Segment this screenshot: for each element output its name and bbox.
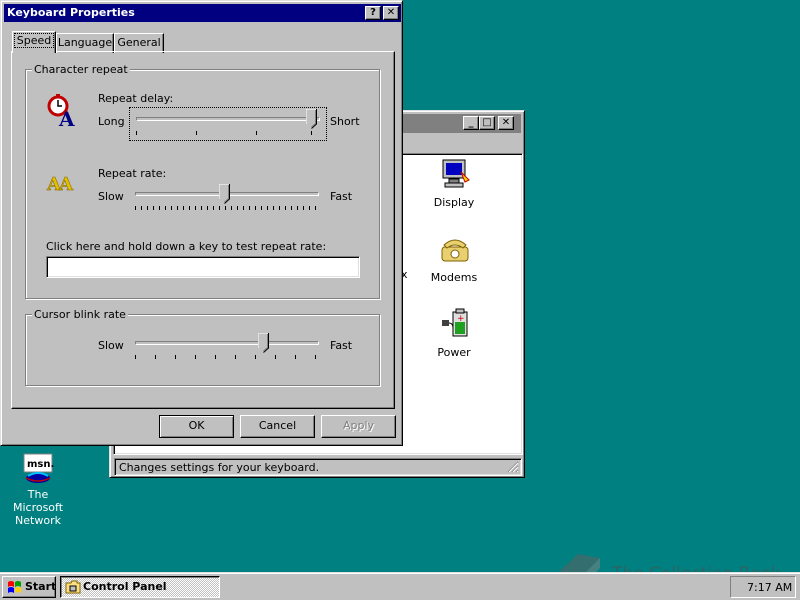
- repeat-delay-slider[interactable]: [129, 107, 327, 141]
- cp-item-display[interactable]: Display: [414, 158, 494, 212]
- cp-item-label: Power: [437, 346, 471, 359]
- svg-text:msn.: msn.: [27, 459, 54, 470]
- taskbar-item-control-panel[interactable]: Control Panel: [60, 576, 220, 598]
- taskbar: Start Control Panel 7:17 AM: [0, 572, 800, 600]
- delay-right-label: Short: [330, 115, 360, 128]
- apply-button[interactable]: Apply: [321, 415, 396, 438]
- resize-grip-icon[interactable]: [507, 461, 519, 473]
- blink-left-label: Slow: [98, 339, 124, 352]
- slider-ticks: [135, 206, 317, 210]
- cancel-button[interactable]: Cancel: [240, 415, 315, 438]
- slider-tick: [256, 131, 257, 135]
- dialog-titlebar[interactable]: Keyboard Properties ? ✕: [4, 4, 401, 22]
- dialog-close-button[interactable]: ✕: [383, 6, 399, 20]
- group-title: Cursor blink rate: [32, 308, 128, 321]
- apply-button-label: Apply: [342, 419, 375, 432]
- start-label: Start: [25, 580, 57, 593]
- keyboard-properties-dialog: Keyboard Properties ? ✕ Speed Language G…: [0, 0, 403, 446]
- control-panel-folder-icon: [65, 580, 81, 594]
- tab-language[interactable]: Language: [56, 33, 114, 53]
- cursor-blink-slider[interactable]: [129, 332, 327, 366]
- cp-item-label: Display: [433, 196, 475, 209]
- system-tray: 7:17 AM: [730, 576, 796, 598]
- cursor-blink-group: Cursor blink rate Slow Fast: [25, 308, 380, 386]
- rate-right-label: Fast: [330, 190, 353, 203]
- cp-item-power[interactable]: + Power: [414, 308, 494, 362]
- maximize-button[interactable]: □: [479, 116, 495, 130]
- clock[interactable]: 7:17 AM: [747, 581, 792, 594]
- windows-logo-icon: [8, 581, 21, 593]
- svg-text:A: A: [58, 107, 75, 128]
- status-text: Changes settings for your keyboard.: [119, 461, 320, 474]
- character-repeat-group: Character repeat A Repeat delay: Long Sh…: [25, 63, 380, 299]
- slider-tick: [196, 131, 197, 135]
- power-plug-icon: +: [442, 308, 468, 337]
- slider-track: [135, 341, 319, 345]
- repeat-rate-aa-icon: A A: [46, 174, 74, 194]
- test-repeat-label: Click here and hold down a key to test r…: [46, 240, 327, 253]
- help-icon: ?: [370, 7, 376, 18]
- telephone-icon: [441, 239, 469, 262]
- svg-text:+: +: [457, 314, 465, 324]
- svg-text:A: A: [58, 174, 74, 194]
- msn-icon: msn.: [23, 453, 54, 483]
- slider-tick: [311, 131, 312, 135]
- slider-thumb[interactable]: [258, 333, 269, 353]
- maximize-icon: □: [482, 117, 492, 128]
- close-icon: ✕: [501, 117, 511, 128]
- dialog-title: Keyboard Properties: [7, 6, 135, 19]
- tab-panel-speed: Character repeat A Repeat delay: Long Sh…: [11, 51, 395, 409]
- blink-right-label: Fast: [330, 339, 353, 352]
- start-button[interactable]: Start: [2, 576, 56, 598]
- cp-item-modems[interactable]: Modems: [414, 233, 494, 287]
- close-button[interactable]: ✕: [498, 116, 514, 130]
- slider-thumb[interactable]: [219, 184, 230, 204]
- tab-label: Speed: [13, 33, 55, 48]
- ok-button-label: OK: [188, 419, 205, 432]
- tab-label: Language: [57, 36, 113, 49]
- minimize-button[interactable]: _: [463, 116, 479, 130]
- msn-desktop-icon[interactable]: msn. The Microsoft Network: [2, 452, 74, 527]
- slider-ticks: [135, 355, 317, 359]
- repeat-rate-label: Repeat rate:: [98, 167, 167, 180]
- test-repeat-input[interactable]: [46, 256, 360, 278]
- slider-tick: [136, 131, 137, 135]
- display-monitor-icon: [442, 159, 470, 188]
- minimize-icon: _: [468, 117, 474, 128]
- help-button[interactable]: ?: [365, 6, 381, 20]
- repeat-rate-slider[interactable]: [129, 183, 327, 217]
- tab-speed[interactable]: Speed: [12, 31, 56, 53]
- tab-general[interactable]: General: [114, 33, 164, 53]
- slider-thumb[interactable]: [306, 109, 317, 129]
- status-bar: Changes settings for your keyboard.: [114, 458, 522, 476]
- stopwatch-keyboard-icon: A: [47, 94, 75, 128]
- ok-button[interactable]: OK: [159, 415, 234, 438]
- repeat-delay-label: Repeat delay:: [98, 92, 174, 105]
- slider-track: [136, 117, 320, 121]
- delay-left-label: Long: [98, 115, 125, 128]
- cp-item-label: Modems: [430, 271, 478, 284]
- taskbar-item-label: Control Panel: [83, 580, 167, 593]
- cancel-button-label: Cancel: [258, 419, 297, 432]
- tab-label: General: [117, 36, 161, 49]
- rate-left-label: Slow: [98, 190, 124, 203]
- close-icon: ✕: [386, 7, 396, 18]
- group-title: Character repeat: [32, 63, 130, 76]
- msn-desktop-label: The Microsoft Network: [12, 488, 64, 527]
